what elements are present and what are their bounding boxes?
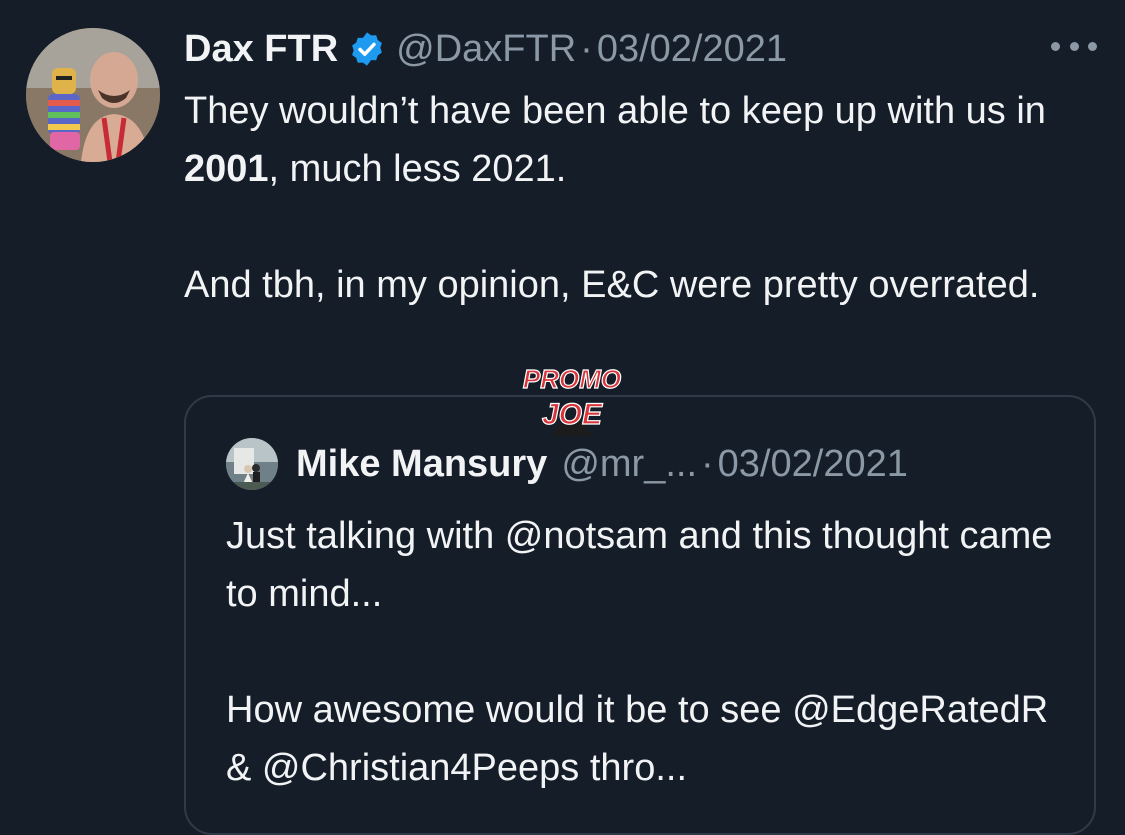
tweet-text: They wouldn’t have been able to keep up … [184, 82, 1084, 314]
quoted-tweet-header: Mike Mansury @mr_... · 03/02/2021 [226, 437, 908, 491]
quoted-paragraph-1: Just talking with @notsam and this thoug… [226, 515, 1053, 615]
tweet-bold-year: 2001 [184, 148, 269, 190]
tweet[interactable]: Dax FTR @DaxFTR · 03/02/2021 They wouldn… [0, 0, 1125, 835]
quoted-author-handle[interactable]: @mr_... [561, 443, 697, 486]
tweet-paragraph-2: And tbh, in my opinion, E&C were pretty … [184, 264, 1040, 306]
more-options-icon[interactable] [1051, 36, 1097, 56]
quoted-paragraph-2: How awesome would it be to see @EdgeRate… [226, 689, 1049, 789]
quoted-tweet-text: Just talking with @notsam and this thoug… [226, 507, 1076, 797]
quoted-avatar-image [226, 438, 278, 490]
quoted-header-separator: · [701, 442, 714, 485]
author-handle[interactable]: @DaxFTR [396, 28, 576, 71]
header-separator: · [580, 27, 593, 70]
verified-badge-icon [348, 30, 386, 68]
tweet-date[interactable]: 03/02/2021 [597, 28, 787, 71]
quoted-author-avatar[interactable] [226, 438, 278, 490]
quoted-tweet[interactable]: Mike Mansury @mr_... · 03/02/2021 Just t… [184, 395, 1096, 835]
watermark-line1: PROMO [523, 364, 621, 394]
quoted-author-name[interactable]: Mike Mansury [296, 443, 547, 486]
author-avatar[interactable] [26, 28, 160, 162]
avatar-image [26, 28, 160, 162]
tweet-header: Dax FTR @DaxFTR · 03/02/2021 [184, 24, 787, 74]
tweet-paragraph-1: They wouldn’t have been able to keep up … [184, 90, 1046, 190]
quoted-tweet-date[interactable]: 03/02/2021 [718, 443, 908, 486]
author-name[interactable]: Dax FTR [184, 28, 338, 71]
